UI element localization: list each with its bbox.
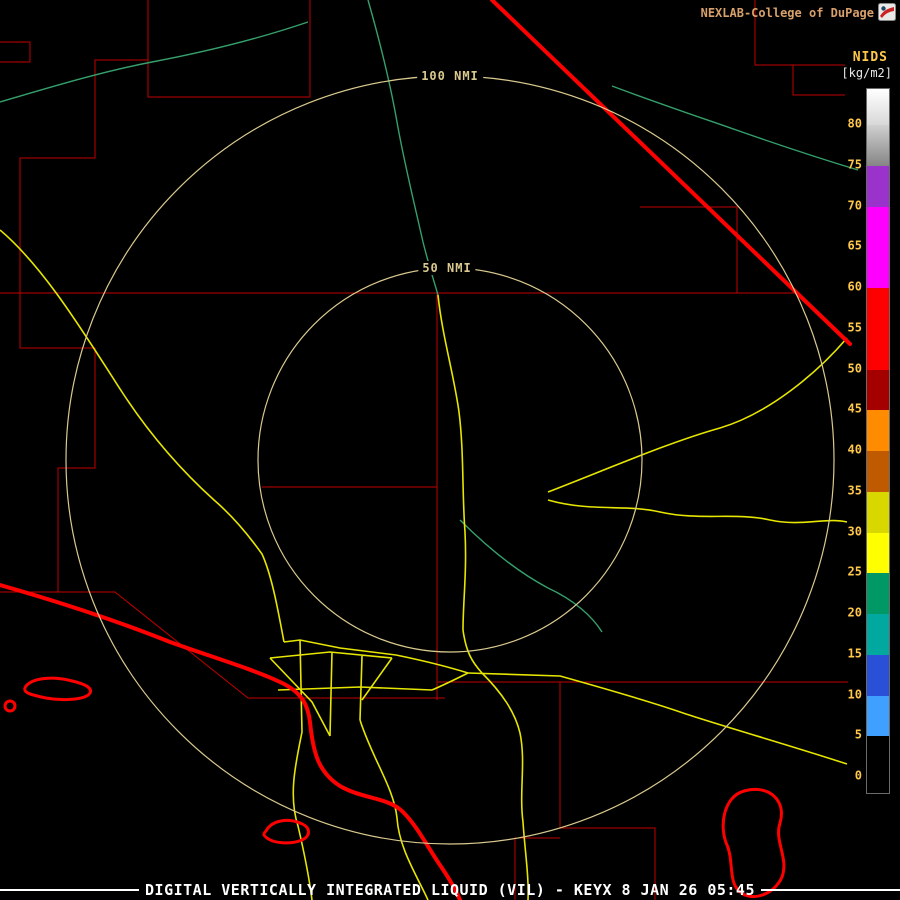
colorbar-segment bbox=[867, 533, 889, 574]
footer-bar: DIGITAL VERTICALLY INTEGRATED LIQUID (VI… bbox=[0, 881, 900, 899]
rivers bbox=[0, 0, 858, 632]
coast-blobs bbox=[5, 678, 784, 896]
colorbar-segment bbox=[867, 736, 889, 777]
radar-map bbox=[0, 0, 900, 900]
colorbar-segment bbox=[867, 573, 889, 614]
colorbar-segment bbox=[867, 288, 889, 329]
colorbar-tick-label: 15 bbox=[848, 647, 862, 661]
nexlab-logo-icon bbox=[878, 3, 896, 21]
colorbar-tick-label: 55 bbox=[848, 321, 862, 335]
colorbar-segment bbox=[867, 410, 889, 451]
county-borders bbox=[0, 0, 848, 900]
colorbar-tick-label: 5 bbox=[855, 728, 862, 742]
colorbar bbox=[866, 88, 890, 794]
colorbar-tick-label: 50 bbox=[848, 362, 862, 376]
radar-viewer: 100 NMI 50 NMI NEXLAB-College of DuPage … bbox=[0, 0, 900, 900]
bold-red-routes bbox=[0, 585, 460, 900]
colorbar-segment bbox=[867, 329, 889, 370]
highways bbox=[0, 230, 847, 900]
colorbar-segment bbox=[867, 777, 889, 793]
colorbar-tick-label: 80 bbox=[848, 117, 862, 131]
range-ring-label-50: 50 NMI bbox=[418, 261, 475, 275]
colorbar-tick-label: 20 bbox=[848, 606, 862, 620]
footer-rule-right bbox=[761, 889, 900, 891]
colorbar-segment bbox=[867, 207, 889, 248]
colorbar-segment bbox=[867, 451, 889, 492]
colorbar-segment bbox=[867, 166, 889, 207]
range-ring-label-100: 100 NMI bbox=[417, 69, 483, 83]
colorbar-tick-label: 45 bbox=[848, 402, 862, 416]
colorbar-segment bbox=[867, 247, 889, 288]
colorbar-segment bbox=[867, 89, 889, 125]
range-rings bbox=[66, 76, 834, 844]
colorbar-tick-label: 40 bbox=[848, 443, 862, 457]
product-title: DIGITAL VERTICALLY INTEGRATED LIQUID (VI… bbox=[145, 881, 755, 899]
colorbar-tick-label: 65 bbox=[848, 239, 862, 253]
colorbar-tick-label: 35 bbox=[848, 484, 862, 498]
colorbar-tick-label: 30 bbox=[848, 525, 862, 539]
colorbar-tick-label: 60 bbox=[848, 280, 862, 294]
colorbar-segment bbox=[867, 492, 889, 533]
brand-text: NEXLAB-College of DuPage bbox=[701, 6, 874, 20]
colorbar-segment bbox=[867, 655, 889, 696]
range-ring-100 bbox=[66, 76, 834, 844]
colorbar-tick-label: 70 bbox=[848, 199, 862, 213]
colorbar-tick-label: 75 bbox=[848, 158, 862, 172]
colorbar-tick-label: 0 bbox=[855, 769, 862, 783]
colorbar-segment bbox=[867, 614, 889, 655]
colorbar-segment bbox=[867, 125, 889, 166]
range-ring-50 bbox=[258, 268, 642, 652]
colorbar-tick-label: 10 bbox=[848, 688, 862, 702]
state-border-line bbox=[492, 0, 850, 344]
colorbar-segment bbox=[867, 370, 889, 411]
footer-rule-left bbox=[0, 889, 139, 891]
colorbar-segment bbox=[867, 696, 889, 737]
colorbar-tick-label: 25 bbox=[848, 565, 862, 579]
colorbar-title: NIDS bbox=[853, 50, 888, 65]
colorbar-units: [kg/m2] bbox=[841, 66, 892, 80]
